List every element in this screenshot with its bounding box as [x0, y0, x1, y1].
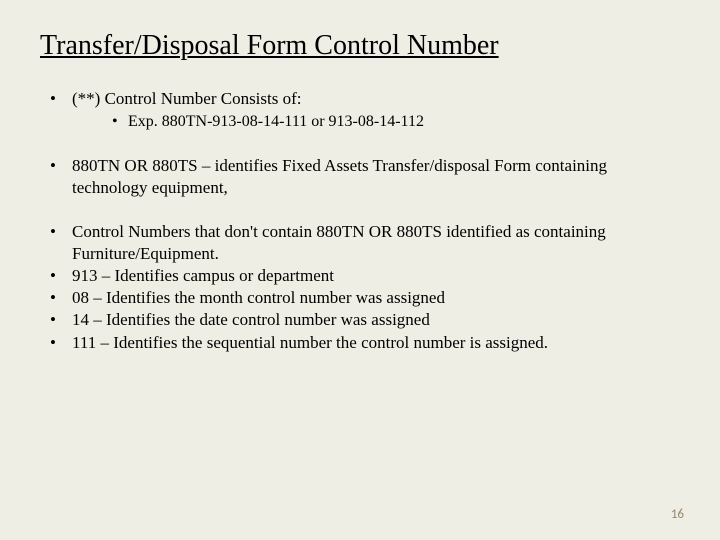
bullet-text: 08 – Identifies the month control number… — [72, 288, 445, 307]
bullet-text: 14 – Identifies the date control number … — [72, 310, 430, 329]
slide-title: Transfer/Disposal Form Control Number — [40, 30, 680, 62]
sub-bullet-list: Exp. 880TN-913-08-14-111 or 913-08-14-11… — [72, 112, 680, 133]
bullet-list-group: 913 – Identifies campus or department 08… — [40, 265, 680, 353]
bullet-text: 111 – Identifies the sequential number t… — [72, 333, 548, 352]
bullet-item: 880TN OR 880TS – identifies Fixed Assets… — [40, 155, 680, 199]
bullet-text: 880TN OR 880TS – identifies Fixed Assets… — [72, 156, 607, 197]
sub-bullet-item: Exp. 880TN-913-08-14-111 or 913-08-14-11… — [72, 112, 680, 133]
bullet-text: 913 – Identifies campus or department — [72, 266, 334, 285]
bullet-text: Control Numbers that don't contain 880TN… — [72, 222, 606, 263]
bullet-list: (**) Control Number Consists of: Exp. 88… — [40, 88, 680, 265]
bullet-item: (**) Control Number Consists of: Exp. 88… — [40, 88, 680, 133]
page-number: 16 — [671, 507, 684, 522]
bullet-item: 14 – Identifies the date control number … — [40, 309, 680, 331]
bullet-item: Control Numbers that don't contain 880TN… — [40, 221, 680, 265]
bullet-item: 111 – Identifies the sequential number t… — [40, 332, 680, 354]
bullet-item: 913 – Identifies campus or department — [40, 265, 680, 287]
bullet-item: 08 – Identifies the month control number… — [40, 287, 680, 309]
bullet-text: (**) Control Number Consists of: — [72, 89, 302, 108]
sub-bullet-text: Exp. 880TN-913-08-14-111 or 913-08-14-11… — [128, 113, 424, 130]
